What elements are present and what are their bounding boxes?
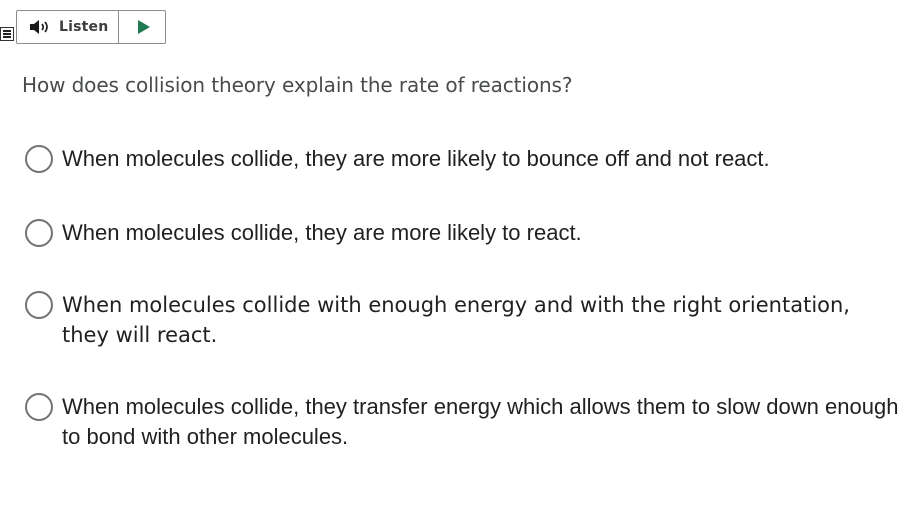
listen-label: Listen (59, 19, 109, 35)
answer-option-label: When molecules collide, they are more li… (62, 220, 582, 245)
answer-option-label: When molecules collide with enough energ… (62, 293, 850, 347)
answer-option-2[interactable]: When molecules collide, they are more li… (25, 219, 582, 248)
play-icon (138, 20, 150, 34)
listen-button[interactable]: Listen (17, 11, 119, 43)
answer-option-4[interactable]: When molecules collide, they transfer en… (25, 393, 908, 452)
radio-button[interactable] (25, 393, 53, 421)
question-text: How does collision theory explain the ra… (22, 73, 573, 97)
menu-icon-line (3, 33, 11, 35)
radio-button[interactable] (25, 219, 53, 247)
speaker-icon (30, 20, 48, 34)
menu-icon-line (3, 36, 11, 38)
play-button[interactable] (119, 11, 165, 43)
menu-icon[interactable] (0, 27, 14, 41)
answer-option-label: When molecules collide, they transfer en… (62, 394, 899, 449)
answer-option-label: When molecules collide, they are more li… (62, 146, 770, 171)
answer-option-1[interactable]: When molecules collide, they are more li… (25, 145, 770, 174)
radio-button[interactable] (25, 291, 53, 319)
answer-option-3[interactable]: When molecules collide with enough energ… (25, 291, 882, 350)
menu-icon-line (3, 30, 11, 32)
radio-button[interactable] (25, 145, 53, 173)
listen-toolbar: Listen (16, 10, 166, 44)
